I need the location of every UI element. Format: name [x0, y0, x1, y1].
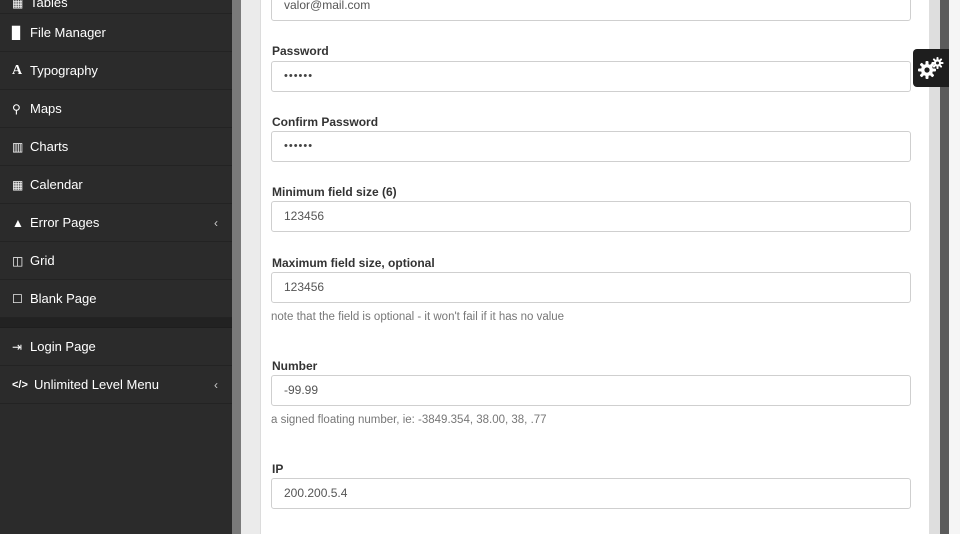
number-label: Number	[272, 359, 318, 373]
number-help: a signed floating number, ie: -3849.354,…	[271, 414, 547, 426]
sidebar-item-error-pages[interactable]: ▲ Error Pages ‹	[0, 204, 232, 242]
max-size-label: Maximum field size, optional	[272, 256, 435, 270]
sidebar-item-label: Tables	[30, 0, 68, 10]
sidebar-item-file-manager[interactable]: ▉ File Manager	[0, 14, 232, 52]
sidebar-item-label: Grid	[30, 253, 55, 268]
sidebar-item-maps[interactable]: ⚲ Maps	[0, 90, 232, 128]
gears-icon	[918, 57, 944, 79]
settings-toggle-button[interactable]	[913, 49, 949, 87]
warning-icon: ▲	[12, 215, 24, 230]
sidebar-item-grid[interactable]: ◫ Grid	[0, 242, 232, 280]
sidebar-item-unlimited-level-menu[interactable]: </> Unlimited Level Menu ‹	[0, 366, 232, 404]
sidebar-item-label: File Manager	[30, 25, 106, 40]
max-size-help: note that the field is optional - it won…	[271, 311, 565, 323]
form-panel: valor@mail.com Password •••••• Confirm P…	[260, 0, 929, 534]
sidebar-item-label: Typography	[30, 63, 98, 78]
sidebar-item-label: Maps	[30, 101, 62, 116]
sidebar-item-login-page[interactable]: ⇥ Login Page	[0, 328, 232, 366]
sidebar-item-label: Charts	[30, 139, 69, 154]
chevron-left-icon: ‹	[214, 377, 218, 392]
sidebar-item-blank-page[interactable]: ☐ Blank Page	[0, 280, 232, 318]
sidebar-menu-bottom: ⇥ Login Page </> Unlimited Level Menu ‹	[0, 328, 232, 404]
min-size-field[interactable]: 123456	[271, 201, 911, 232]
map-marker-icon: ⚲	[12, 101, 21, 116]
confirm-password-label: Confirm Password	[272, 115, 379, 129]
calendar-icon: ▦	[12, 177, 24, 192]
email-field[interactable]: valor@mail.com	[271, 0, 911, 21]
password-field[interactable]: ••••••	[271, 61, 911, 92]
password-label: Password	[272, 44, 329, 58]
square-icon: ☐	[12, 291, 23, 306]
min-size-label: Minimum field size (6)	[272, 185, 397, 199]
sidebar-item-tables[interactable]: ▦ Tables	[0, 0, 232, 14]
sidebar-separator	[0, 318, 232, 328]
layout-divider	[232, 0, 241, 534]
font-icon: A	[12, 62, 23, 78]
sidebar-item-label: Blank Page	[30, 291, 97, 306]
window-edge	[949, 0, 960, 534]
ip-field[interactable]: 200.200.5.4	[271, 478, 911, 509]
columns-icon: ◫	[12, 253, 24, 268]
ip-label: IP	[272, 462, 284, 476]
sidebar-nav: ▦ Tables ▉ File Manager A Typography ⚲ Maps ▥ Cha…	[0, 0, 232, 534]
sidebar-item-typography[interactable]: A Typography	[0, 52, 232, 90]
sidebar-item-label: Error Pages	[30, 215, 100, 230]
bar-chart-icon: ▥	[12, 139, 24, 154]
table-icon: ▦	[12, 0, 24, 10]
sidebar-item-label: Unlimited Level Menu	[34, 377, 160, 392]
confirm-password-field[interactable]: ••••••	[271, 131, 911, 162]
chevron-left-icon: ‹	[214, 215, 218, 230]
sidebar-item-calendar[interactable]: ▦ Calendar	[0, 166, 232, 204]
max-size-field[interactable]: 123456	[271, 272, 911, 303]
content-gutter	[241, 0, 260, 534]
sidebar-item-label: Login Page	[30, 339, 96, 354]
sidebar-menu-top: ▦ Tables ▉ File Manager A Typography ⚲ Maps ▥ Cha…	[0, 0, 232, 318]
file-icon: ▉	[12, 25, 22, 40]
number-field[interactable]: -99.99	[271, 375, 911, 406]
sidebar-item-label: Calendar	[30, 177, 83, 192]
sidebar-item-charts[interactable]: ▥ Charts	[0, 128, 232, 166]
code-icon: </>	[12, 378, 28, 391]
sign-in-icon: ⇥	[12, 339, 23, 354]
